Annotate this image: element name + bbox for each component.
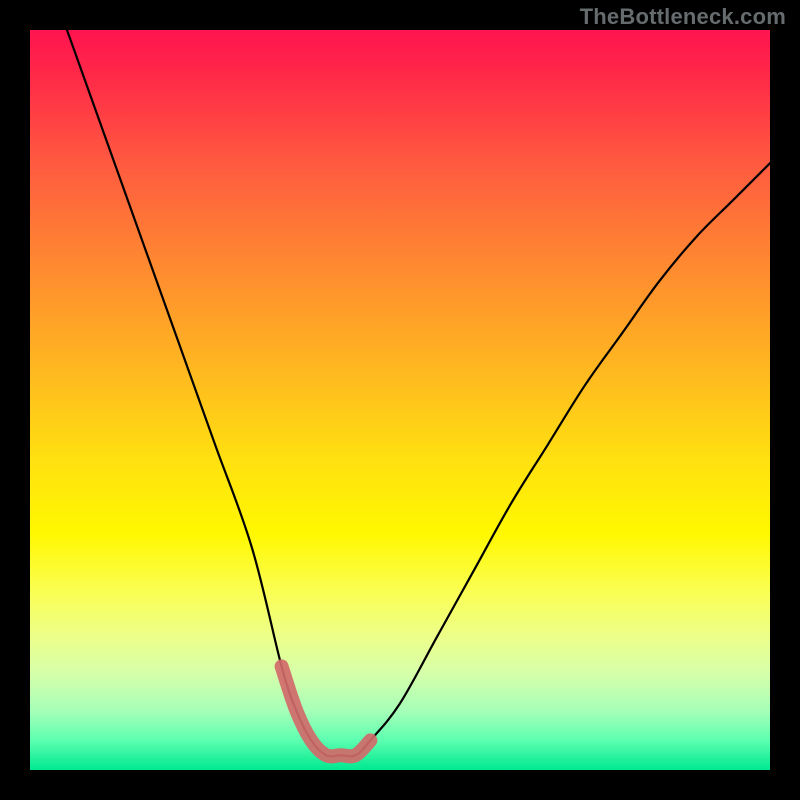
bottleneck-curve <box>67 30 770 756</box>
valley-marker <box>282 666 371 756</box>
plot-area <box>30 30 770 770</box>
chart-frame: TheBottleneck.com <box>0 0 800 800</box>
curve-layer <box>30 30 770 770</box>
watermark-text: TheBottleneck.com <box>580 4 786 30</box>
